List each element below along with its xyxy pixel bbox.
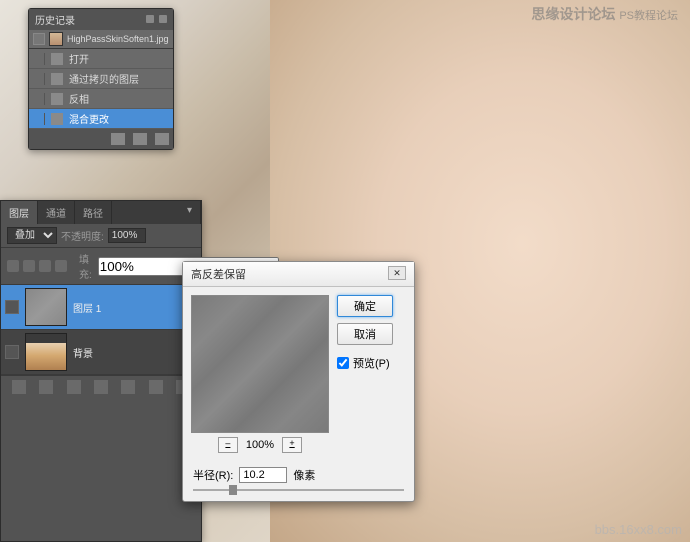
visibility-toggle-icon[interactable]: [5, 300, 19, 314]
lock-transparency-icon[interactable]: [7, 260, 19, 272]
lock-pixels-icon[interactable]: [23, 260, 35, 272]
opacity-label: 不透明度:: [61, 228, 104, 243]
history-panel-controls: [144, 14, 167, 26]
new-layer-icon[interactable]: [149, 380, 163, 394]
history-item[interactable]: 反相: [29, 89, 173, 109]
invert-icon: [51, 93, 63, 105]
dialog-titlebar[interactable]: 高反差保留 ✕: [183, 262, 414, 287]
create-snapshot-icon[interactable]: [133, 133, 147, 145]
tab-paths[interactable]: 路径: [75, 201, 112, 224]
layer-thumbnail[interactable]: [25, 288, 67, 326]
history-gutter: [33, 73, 45, 85]
visibility-toggle-icon[interactable]: [5, 345, 19, 359]
history-gutter: [33, 113, 45, 125]
layer-row[interactable]: 图层 1: [1, 285, 201, 330]
snapshot-thumbnail: [49, 32, 63, 46]
history-item-label: 打开: [69, 51, 89, 66]
preview-label: 预览(P): [353, 355, 390, 371]
copy-layer-icon: [51, 73, 63, 85]
close-icon[interactable]: [159, 15, 167, 23]
history-item[interactable]: 混合更改: [29, 109, 173, 129]
delete-icon[interactable]: [155, 133, 169, 145]
history-item-label: 通过拷贝的图层: [69, 71, 139, 86]
dialog-title: 高反差保留: [191, 266, 246, 282]
history-panel-footer: [29, 129, 173, 149]
tab-channels[interactable]: 通道: [38, 201, 75, 224]
layer-name[interactable]: 图层 1: [73, 300, 101, 315]
filter-preview[interactable]: [191, 295, 329, 433]
zoom-out-button[interactable]: –: [218, 437, 238, 453]
snapshot-filename: HighPassSkinSoften1.jpg: [67, 34, 169, 44]
lock-icons: [7, 260, 67, 272]
close-button[interactable]: ✕: [388, 266, 406, 280]
zoom-controls: – 100% +: [191, 437, 329, 453]
blend-opacity-row: 叠加 不透明度:: [1, 224, 201, 248]
history-item[interactable]: 通过拷贝的图层: [29, 69, 173, 89]
layer-row[interactable]: 背景 🔒: [1, 330, 201, 375]
ok-button[interactable]: 确定: [337, 295, 393, 317]
panel-menu-icon[interactable]: ▾: [179, 201, 201, 224]
radius-row: 半径(R): 像素: [183, 461, 414, 489]
blend-mode-select[interactable]: 叠加: [7, 227, 57, 244]
layers-panel-footer: [1, 375, 201, 398]
radius-input[interactable]: [239, 467, 287, 483]
history-item[interactable]: 打开: [29, 49, 173, 69]
fill-label: 填充:: [79, 251, 92, 281]
adjustment-layer-icon[interactable]: [94, 380, 108, 394]
watermark-main: 思缘设计论坛: [531, 6, 615, 22]
cancel-button[interactable]: 取消: [337, 323, 393, 345]
lock-all-icon[interactable]: [55, 260, 67, 272]
history-panel: 历史记录 HighPassSkinSoften1.jpg 打开 通过拷贝的图层 …: [28, 8, 174, 150]
history-title: 历史记录: [35, 12, 75, 27]
history-item-label: 反相: [69, 91, 89, 106]
watermark-bottom: bbs.16xx8.com: [595, 522, 682, 537]
layer-thumbnail[interactable]: [25, 333, 67, 371]
blend-change-icon: [51, 113, 63, 125]
layer-style-icon[interactable]: [39, 380, 53, 394]
group-icon[interactable]: [121, 380, 135, 394]
highpass-dialog: 高反差保留 ✕ – 100% + 确定 取消 预览(P) 半径(R): 像素: [182, 261, 415, 502]
history-item-label: 混合更改: [69, 111, 109, 126]
history-snapshot-row[interactable]: HighPassSkinSoften1.jpg: [29, 30, 173, 49]
slider-thumb[interactable]: [229, 485, 237, 495]
link-layers-icon[interactable]: [12, 380, 26, 394]
radius-unit: 像素: [293, 467, 315, 483]
create-document-icon[interactable]: [111, 133, 125, 145]
zoom-in-button[interactable]: +: [282, 437, 302, 453]
collapse-icon[interactable]: [146, 15, 154, 23]
lock-fill-row: 填充:: [1, 248, 201, 285]
preview-checkbox[interactable]: [337, 357, 349, 369]
layer-name[interactable]: 背景: [73, 345, 93, 360]
brush-source-checkbox[interactable]: [33, 33, 45, 45]
open-icon: [51, 53, 63, 65]
history-panel-header[interactable]: 历史记录: [29, 9, 173, 30]
tab-layers[interactable]: 图层: [1, 201, 38, 224]
lock-position-icon[interactable]: [39, 260, 51, 272]
watermark-sub: PS教程论坛: [619, 10, 678, 22]
preview-checkbox-row[interactable]: 预览(P): [337, 355, 393, 371]
zoom-value: 100%: [246, 439, 274, 451]
layers-panel: 图层 通道 路径 ▾ 叠加 不透明度: 填充: 图层 1 背景: [0, 200, 202, 542]
history-list: 打开 通过拷贝的图层 反相 混合更改: [29, 49, 173, 129]
radius-slider[interactable]: [183, 489, 414, 501]
layer-mask-icon[interactable]: [67, 380, 81, 394]
layer-list: 图层 1 背景 🔒: [1, 285, 201, 375]
opacity-input[interactable]: [108, 228, 146, 243]
history-gutter: [33, 93, 45, 105]
radius-label: 半径(R):: [193, 467, 233, 483]
watermark-top: 思缘设计论坛 PS教程论坛: [531, 4, 678, 24]
history-gutter: [33, 53, 45, 65]
layers-tabs: 图层 通道 路径 ▾: [1, 201, 201, 224]
